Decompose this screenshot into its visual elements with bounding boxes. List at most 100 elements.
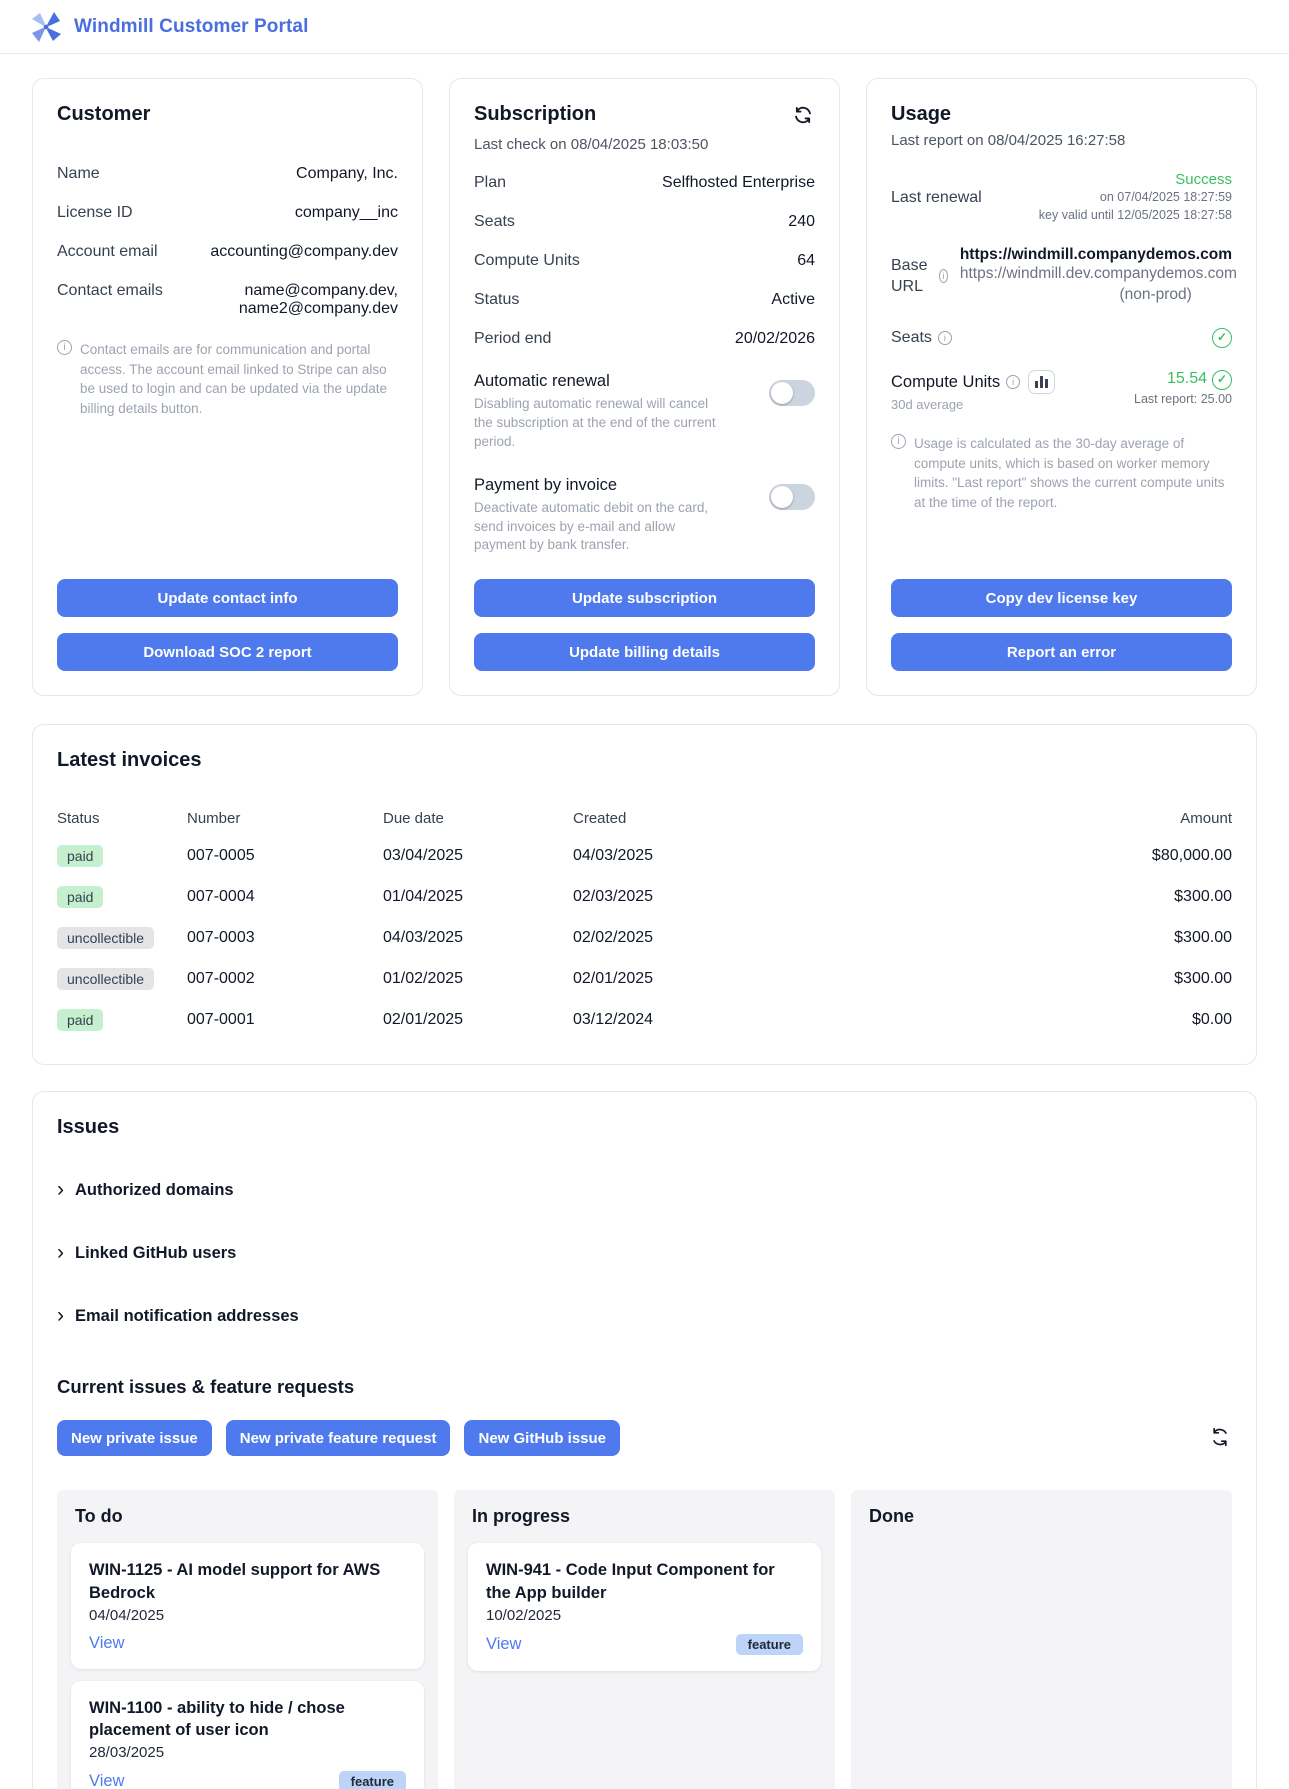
field-row: Name Company, Inc. xyxy=(57,165,398,183)
toggle-switch[interactable] xyxy=(769,484,815,510)
invoice-created: 03/12/2024 xyxy=(573,1011,1062,1029)
compute-last-report: Last report: 25.00 xyxy=(1134,390,1232,408)
field-value: Active xyxy=(771,291,815,309)
refresh-subscription-icon[interactable] xyxy=(791,103,815,130)
field-label: Contact emails xyxy=(57,282,163,318)
subscription-last-check: Last check on 08/04/2025 18:03:50 xyxy=(474,136,815,153)
compute-units-value: 15.54 xyxy=(1167,370,1207,387)
new-private-issue-button[interactable]: New private issue xyxy=(57,1420,212,1456)
invoice-number: 007-0003 xyxy=(187,929,383,947)
base-url-row: Base URL i https://windmill.companydemos… xyxy=(891,246,1232,306)
invoice-due-date: 02/01/2025 xyxy=(383,1011,573,1029)
field-row: Status Active xyxy=(474,291,815,309)
info-icon: i xyxy=(891,434,906,449)
invoice-number: 007-0005 xyxy=(187,847,383,865)
update-subscription-button[interactable]: Update subscription xyxy=(474,579,815,617)
col-created: Created xyxy=(573,810,1062,827)
col-due-date: Due date xyxy=(383,810,573,827)
usage-note: i Usage is calculated as the 30-day aver… xyxy=(891,434,1232,512)
field-value: 240 xyxy=(788,213,815,231)
customer-note-text: Contact emails are for communication and… xyxy=(80,340,398,418)
kanban-column-todo: To do WIN-1125 - AI model support for AW… xyxy=(57,1490,438,1789)
kanban-column-in-progress: In progress WIN-941 - Code Input Compone… xyxy=(454,1490,835,1789)
info-icon: i xyxy=(1006,375,1020,389)
issue-card[interactable]: WIN-941 - Code Input Component for the A… xyxy=(468,1543,821,1671)
refresh-issues-icon[interactable] xyxy=(1208,1425,1232,1452)
report-an-error-button[interactable]: Report an error xyxy=(891,633,1232,671)
customer-card-title: Customer xyxy=(57,103,398,126)
invoices-header-row: Status Number Due date Created Amount xyxy=(57,810,1232,827)
in-progress-cards: WIN-941 - Code Input Component for the A… xyxy=(468,1543,821,1671)
chevron-right-icon: › xyxy=(57,1245,64,1261)
collapsible-section-label: Email notification addresses xyxy=(75,1307,299,1326)
app-title: Windmill Customer Portal xyxy=(74,16,308,38)
collapsible-section[interactable]: › Linked GitHub users xyxy=(57,1244,1232,1263)
field-label: Period end xyxy=(474,330,551,348)
invoices-title: Latest invoices xyxy=(57,749,1232,772)
customer-card: Customer Name Company, Inc. License ID c… xyxy=(32,78,423,696)
invoice-row: paid 007-0001 02/01/2025 03/12/2024 $0.0… xyxy=(57,999,1232,1040)
base-url-secondary: https://windmill.dev.companydemos.com (n… xyxy=(960,264,1192,306)
status-badge: paid xyxy=(57,886,103,908)
customer-fields: Name Company, Inc. License ID company__i… xyxy=(57,144,398,318)
base-url-primary: https://windmill.companydemos.com xyxy=(960,246,1232,264)
base-url-label: Base URL xyxy=(891,255,933,298)
download-soc2-report-button[interactable]: Download SOC 2 report xyxy=(57,633,398,671)
invoice-created: 02/01/2025 xyxy=(573,970,1062,988)
field-value: Selfhosted Enterprise xyxy=(662,174,815,192)
current-issues-title: Current issues & feature requests xyxy=(57,1376,1232,1398)
field-row: Plan Selfhosted Enterprise xyxy=(474,174,815,192)
copy-dev-license-key-button[interactable]: Copy dev license key xyxy=(891,579,1232,617)
status-badge: uncollectible xyxy=(57,968,154,990)
issues-title: Issues xyxy=(57,1116,1232,1139)
field-row: License ID company__inc xyxy=(57,204,398,222)
info-icon: i xyxy=(57,340,72,355)
status-badge: paid xyxy=(57,845,103,867)
issue-card[interactable]: WIN-1125 - AI model support for AWS Bedr… xyxy=(71,1543,424,1669)
toggle-label: Payment by invoice xyxy=(474,476,722,495)
usage-note-text: Usage is calculated as the 30-day averag… xyxy=(914,434,1232,512)
field-row: Contact emails name@company.dev, name2@c… xyxy=(57,282,398,318)
field-value: name@company.dev, name2@company.dev xyxy=(177,282,398,318)
kanban-column-title: Done xyxy=(865,1506,1218,1527)
invoices-card: Latest invoices Status Number Due date C… xyxy=(32,724,1257,1065)
field-value: 20/02/2026 xyxy=(735,330,815,348)
issue-card[interactable]: WIN-1100 - ability to hide / chose place… xyxy=(71,1681,424,1789)
todo-cards: WIN-1125 - AI model support for AWS Bedr… xyxy=(71,1543,424,1789)
toggle-switch[interactable] xyxy=(769,380,815,406)
kanban-column-done: Done xyxy=(851,1490,1232,1789)
update-contact-info-button[interactable]: Update contact info xyxy=(57,579,398,617)
invoice-amount: $80,000.00 xyxy=(1062,847,1232,865)
last-renewal-row: Last renewal Success on 07/04/2025 18:27… xyxy=(891,171,1232,224)
col-status: Status xyxy=(57,810,187,827)
seats-label: Seats xyxy=(891,329,932,347)
view-link[interactable]: View xyxy=(89,1772,124,1789)
update-billing-details-button[interactable]: Update billing details xyxy=(474,633,815,671)
new-private-feature-request-button[interactable]: New private feature request xyxy=(226,1420,451,1456)
collapsible-section[interactable]: › Authorized domains xyxy=(57,1181,1232,1200)
view-link[interactable]: View xyxy=(486,1635,521,1654)
invoice-created: 02/02/2025 xyxy=(573,929,1062,947)
kanban-column-title: In progress xyxy=(468,1506,821,1527)
usage-card-title: Usage xyxy=(891,103,1232,126)
new-github-issue-button[interactable]: New GitHub issue xyxy=(464,1420,620,1456)
toggle-description: Deactivate automatic debit on the card, … xyxy=(474,499,722,556)
field-label: Compute Units xyxy=(474,252,580,270)
status-badge: uncollectible xyxy=(57,927,154,949)
usage-last-report: Last report on 08/04/2025 16:27:58 xyxy=(891,132,1232,149)
kanban-column-title: To do xyxy=(71,1506,424,1527)
compute-chart-icon[interactable] xyxy=(1028,370,1055,394)
field-label: Seats xyxy=(474,213,515,231)
invoice-amount: $300.00 xyxy=(1062,929,1232,947)
field-value: Company, Inc. xyxy=(296,165,398,183)
invoice-due-date: 01/04/2025 xyxy=(383,888,573,906)
invoice-amount: $300.00 xyxy=(1062,970,1232,988)
field-label: License ID xyxy=(57,204,133,222)
key-valid-until: key valid until 12/05/2025 18:27:58 xyxy=(1039,206,1232,224)
collapsible-section[interactable]: › Email notification addresses xyxy=(57,1307,1232,1326)
invoice-row: uncollectible 007-0002 01/02/2025 02/01/… xyxy=(57,958,1232,999)
summary-cards-row: Customer Name Company, Inc. License ID c… xyxy=(32,78,1257,696)
view-link[interactable]: View xyxy=(89,1634,124,1653)
invoice-row: paid 007-0004 01/04/2025 02/03/2025 $300… xyxy=(57,876,1232,917)
kanban-board: To do WIN-1125 - AI model support for AW… xyxy=(57,1490,1232,1789)
